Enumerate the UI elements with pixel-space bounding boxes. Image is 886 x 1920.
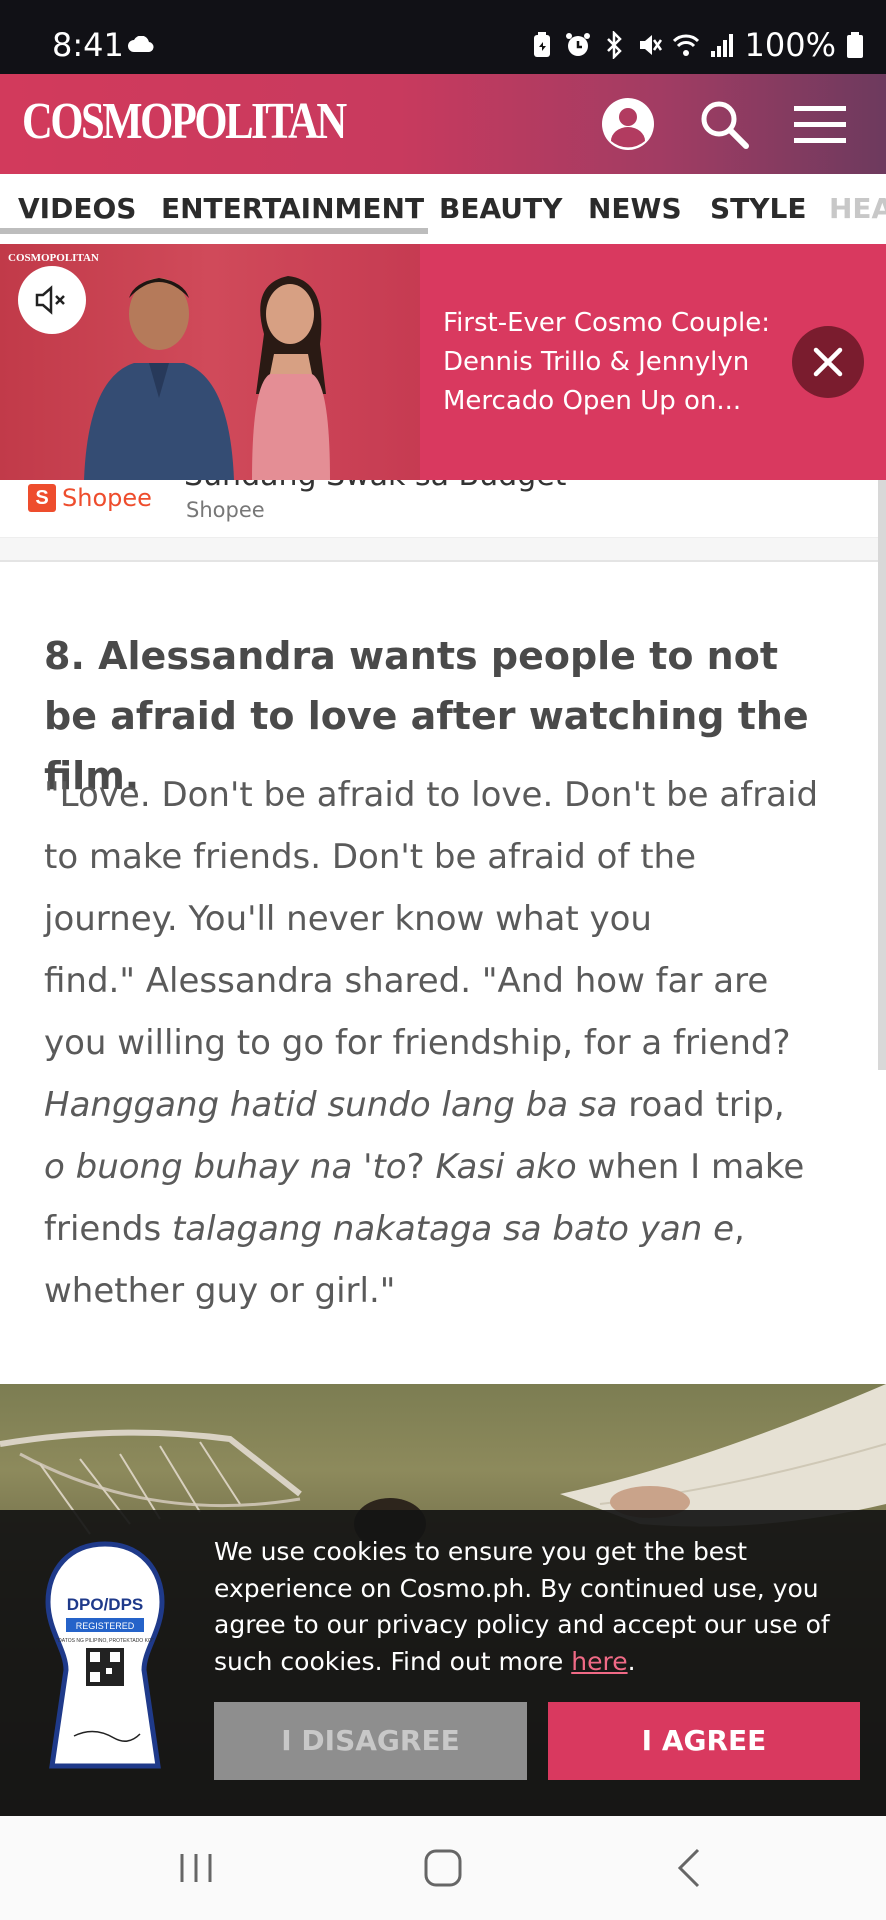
cookie-banner: DPO/DPS REGISTERED "DATOS NG PILIPINO, P…	[0, 1510, 886, 1816]
status-time: 8:41	[52, 26, 124, 64]
category-nav: VIDEOS ENTERTAINMENT BEAUTY NEWS STYLE H…	[0, 174, 886, 244]
system-nav-bar	[0, 1816, 886, 1920]
mute-icon	[639, 35, 662, 55]
recent-apps-icon[interactable]	[174, 1846, 218, 1890]
status-bar: 8:41 100%	[0, 0, 886, 74]
ad-source: Shopee	[186, 498, 265, 522]
shopee-bag-icon: S	[28, 484, 56, 512]
close-video-button[interactable]	[792, 326, 864, 398]
paragraph-line: "Love. Don't be afraid to love. Don't be…	[44, 775, 819, 815]
speaker-muted-icon	[35, 285, 65, 315]
cookie-message-period: .	[627, 1646, 636, 1676]
paragraph-line: find." Alessandra shared. "And how far a…	[44, 961, 769, 1001]
ad-card[interactable]: Sundang Swak sa Budget S Shopee Shopee	[0, 480, 878, 538]
agree-button[interactable]: I AGREE	[548, 1702, 860, 1780]
seal-registered: REGISTERED	[76, 1621, 135, 1631]
nav-videos[interactable]: VIDEOS	[18, 192, 136, 225]
status-icons: 100%	[529, 26, 864, 64]
paragraph-line: journey. You'll never know what you	[44, 899, 652, 939]
seal-title: DPO/DPS	[67, 1595, 144, 1614]
user-icon	[602, 98, 654, 150]
nav-health[interactable]: HEA	[829, 192, 886, 225]
search-icon	[701, 101, 749, 149]
nav-entertainment[interactable]: ENTERTAINMENT	[161, 192, 424, 225]
cookie-message: We use cookies to ensure you get the bes…	[214, 1534, 854, 1680]
nav-scroll-indicator	[0, 228, 428, 234]
plain-text: ?	[406, 1147, 436, 1187]
paragraph-line: whether guy or girl."	[44, 1271, 396, 1311]
video-player-bar: COSMOPOLITAN First-Ever Cosmo Couple: De…	[0, 244, 886, 480]
paragraph-line: Hanggang hatid sundo lang ba sa road tri…	[44, 1074, 844, 1136]
close-icon	[813, 347, 843, 377]
wifi-icon	[672, 34, 699, 56]
italic-text: talagang nakataga sa bato yan e	[171, 1209, 735, 1249]
site-logo[interactable]: COSMOPOLITAN	[22, 92, 347, 151]
hamburger-icon	[794, 106, 846, 143]
nav-beauty[interactable]: BEAUTY	[439, 192, 562, 225]
video-person-woman	[252, 276, 330, 480]
plain-text: ,	[734, 1209, 745, 1249]
search-button[interactable]	[694, 94, 754, 154]
thumbnail-brand: COSMOPOLITAN	[8, 252, 99, 264]
video-person-man	[84, 278, 234, 480]
scrollbar[interactable]	[878, 480, 886, 1070]
paragraph-line: o buong buhay na 'to? Kasi ako when I ma…	[44, 1136, 844, 1198]
plain-text: friends	[44, 1209, 172, 1249]
paragraph-line: to make friends. Don't be afraid of the	[44, 837, 697, 877]
menu-button[interactable]	[790, 94, 850, 154]
battery-percent: 100%	[744, 26, 836, 64]
nav-news[interactable]: NEWS	[588, 192, 682, 225]
paragraph-line: friends talagang nakataga sa bato yan e,	[44, 1198, 844, 1260]
nav-style[interactable]: STYLE	[710, 192, 807, 225]
cloud-icon	[128, 36, 154, 52]
signal-icon	[710, 34, 733, 57]
back-icon[interactable]	[668, 1846, 712, 1890]
plain-text: when I make	[576, 1147, 805, 1187]
seal-motto: "DATOS NG PILIPINO, PROTEKTADO KO"	[56, 1638, 153, 1644]
italic-text: Hanggang hatid sundo lang ba sa	[44, 1085, 618, 1125]
bluetooth-icon	[606, 31, 622, 59]
home-icon[interactable]	[421, 1846, 465, 1890]
shopee-logo: S Shopee	[28, 484, 152, 512]
cookie-message-text: We use cookies to ensure you get the bes…	[214, 1537, 830, 1676]
site-header: COSMOPOLITAN	[0, 74, 886, 174]
ad-title: Sundang Swak sa Budget	[184, 480, 566, 493]
battery-saver-icon	[533, 32, 550, 57]
shopee-wordmark: Shopee	[62, 484, 152, 512]
account-button[interactable]	[598, 94, 658, 154]
cookie-policy-link[interactable]: here	[571, 1647, 627, 1676]
video-title[interactable]: First-Ever Cosmo Couple: Dennis Trillo &…	[443, 304, 803, 421]
unmute-button[interactable]	[18, 266, 86, 334]
article-paragraph: "Love. Don't be afraid to love. Don't be…	[44, 764, 844, 1322]
alarm-icon	[565, 33, 590, 56]
battery-icon	[847, 32, 863, 58]
paragraph-line: you willing to go for friendship, for a …	[44, 1023, 791, 1063]
plain-text: road trip,	[617, 1085, 785, 1125]
italic-text: Kasi ako	[435, 1147, 577, 1187]
section-divider	[0, 538, 878, 562]
italic-text: o buong buhay na 'to	[44, 1147, 407, 1187]
video-thumbnail[interactable]: COSMOPOLITAN	[0, 244, 420, 480]
dpo-dps-seal: DPO/DPS REGISTERED "DATOS NG PILIPINO, P…	[45, 1541, 165, 1769]
disagree-button[interactable]: I DISAGREE	[214, 1702, 527, 1780]
